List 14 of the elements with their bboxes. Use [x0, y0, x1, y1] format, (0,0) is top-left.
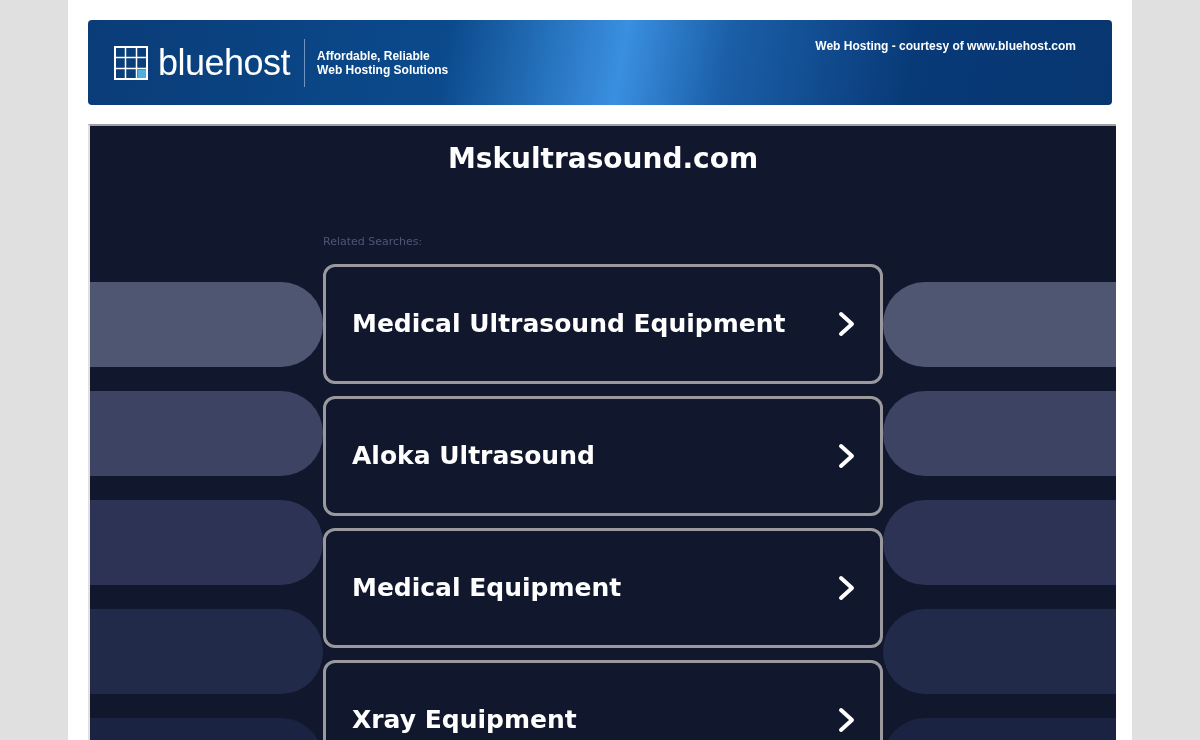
search-link[interactable]: Aloka Ultrasound: [323, 396, 883, 517]
chevron-right-icon: [838, 311, 856, 338]
chevron-right-icon: [838, 707, 856, 734]
grid-logo-icon: [114, 45, 148, 80]
chevron-right-icon: [838, 575, 856, 602]
chevron-right-icon: [838, 443, 856, 470]
courtesy-text: Web Hosting - courtesy of www.bluehost.com: [815, 38, 1076, 55]
search-link[interactable]: Medical Equipment: [323, 528, 883, 649]
related-label: Related Searches:: [323, 233, 424, 250]
site-title: Mskultrasound.com: [446, 141, 760, 176]
tagline: Affordable, Reliable Web Hosting Solutions: [304, 38, 449, 87]
search-link[interactable]: Medical Ultrasound Equipment: [323, 264, 883, 385]
search-link[interactable]: Xray Equipment: [323, 660, 883, 740]
logo-text: bluehost: [158, 40, 291, 85]
